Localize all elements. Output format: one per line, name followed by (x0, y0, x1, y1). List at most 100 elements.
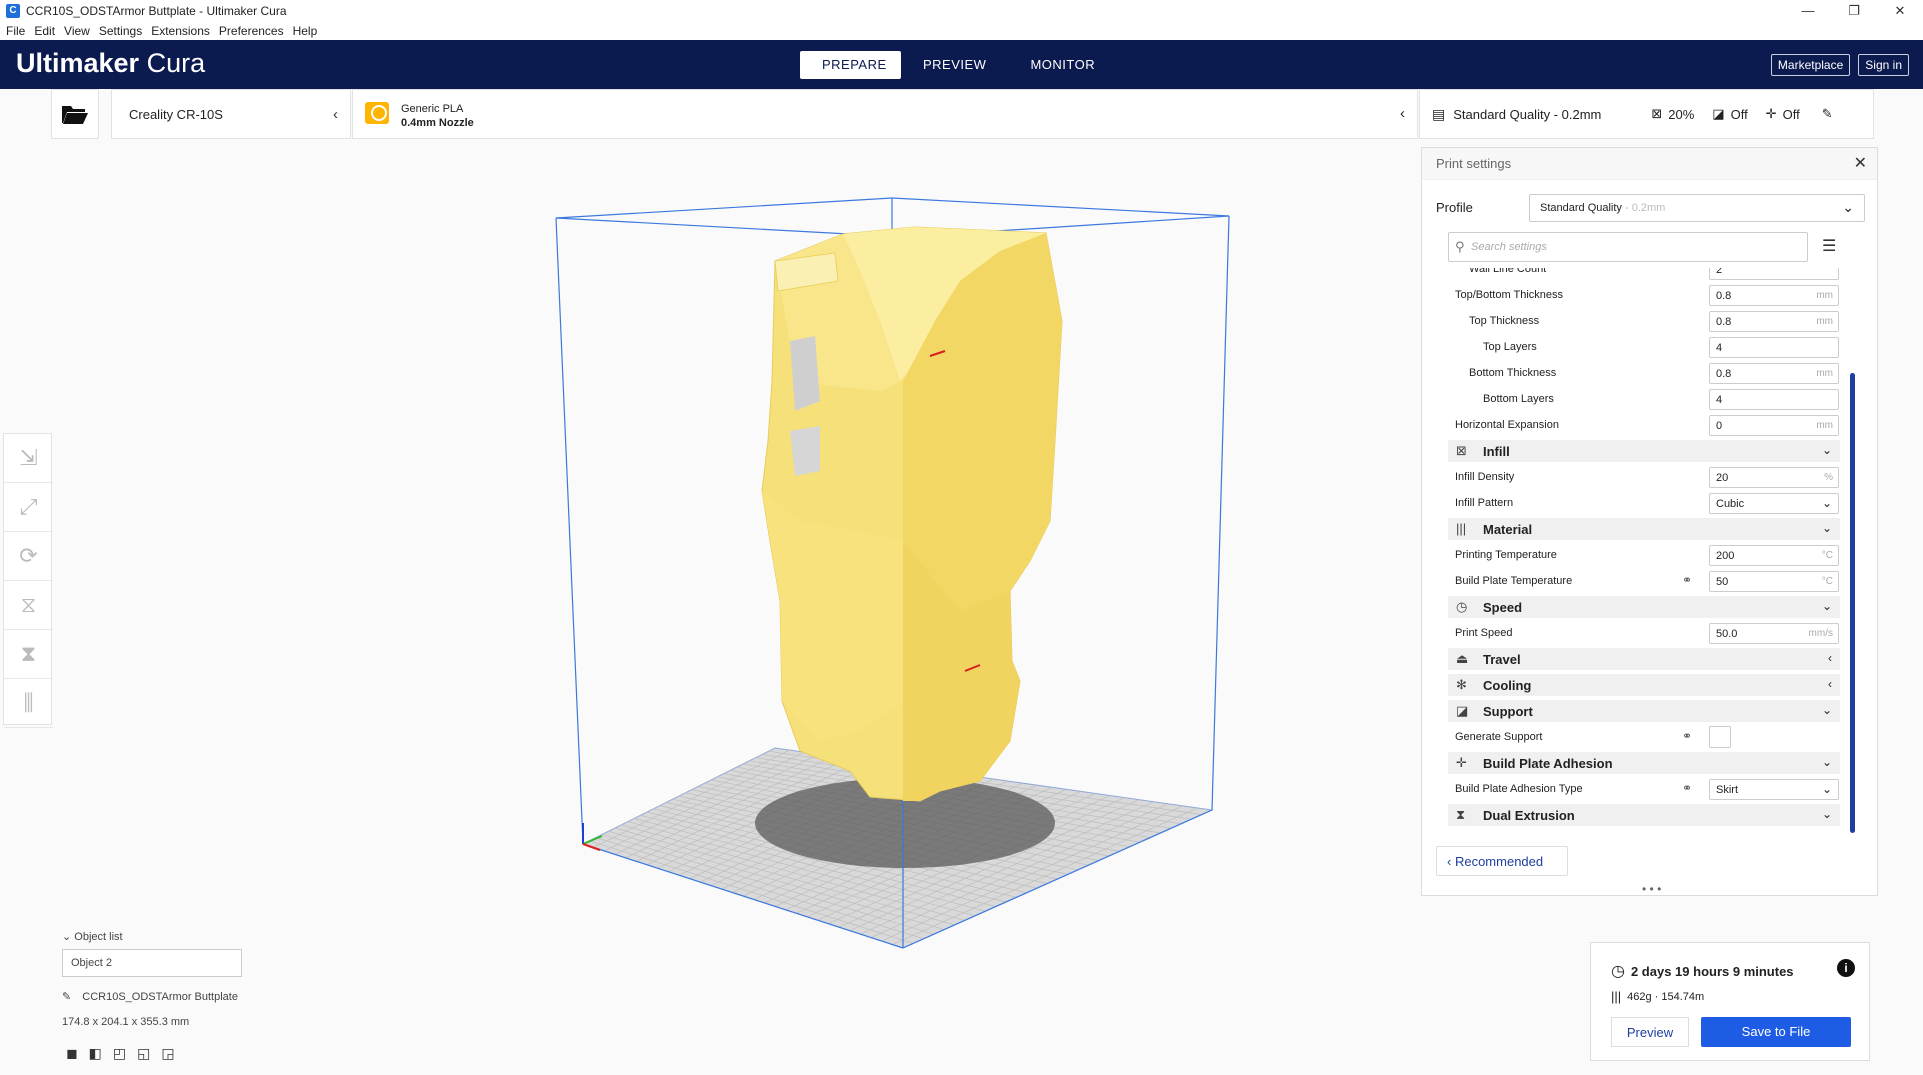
setting-row: Bottom Layers 4 (1448, 388, 1848, 410)
category-material[interactable]: ||| Material ⌄ (1448, 518, 1840, 540)
setting-value: 50 (1716, 576, 1729, 588)
folder-open-icon (62, 106, 88, 124)
object-list-header[interactable]: ⌄ Object list (62, 930, 362, 943)
link-icon[interactable]: ⚭ (1682, 781, 1692, 795)
setting-input[interactable]: 0.8 mm (1709, 363, 1839, 384)
category-build-plate-adhesion[interactable]: ✛ Build Plate Adhesion ⌄ (1448, 752, 1840, 774)
setting-select[interactable]: Skirt ⌄ (1709, 779, 1839, 800)
open-file-button[interactable] (51, 89, 99, 139)
preview-button[interactable]: Preview (1611, 1017, 1689, 1047)
setting-input[interactable]: 50.0 mm/s (1709, 623, 1839, 644)
pencil-icon[interactable]: ✎ (62, 991, 71, 1003)
object-info: ✎ CCR10S_ODSTArmor Buttplate (62, 990, 238, 1003)
setting-select[interactable]: Cubic ⌄ (1709, 493, 1839, 514)
panel-resize-handle[interactable]: • • • (1642, 882, 1661, 896)
generate-support-checkbox[interactable] (1709, 726, 1731, 748)
link-icon[interactable]: ⚭ (1682, 729, 1692, 743)
setting-input[interactable]: 2 (1709, 268, 1839, 280)
setting-unit: mm/s (1808, 628, 1833, 639)
setting-input[interactable]: 0 mm (1709, 415, 1839, 436)
nozzle-size: 0.4mm Nozzle (401, 117, 474, 129)
view-top-icon[interactable]: ◰ (113, 1045, 126, 1062)
setting-value: 20 (1716, 472, 1729, 484)
support-blocker-icon[interactable]: ⫼ (4, 679, 53, 728)
material-spool-icon: ||| (1611, 989, 1622, 1004)
setting-unit: mm (1816, 420, 1833, 431)
setting-value: 0 (1716, 420, 1723, 432)
tab-prepare[interactable]: PREPARE (800, 51, 901, 79)
maximize-icon[interactable]: ❐ (1831, 0, 1877, 22)
setting-input[interactable]: 4 (1709, 389, 1839, 410)
setting-input[interactable]: 20% (1709, 467, 1839, 488)
mirror-tool-icon[interactable]: ⧖ (4, 581, 53, 630)
material-icon: ||| (1456, 521, 1467, 536)
profile-select[interactable]: Standard Quality - 0.2mm ⌄ (1529, 194, 1865, 222)
menu-extensions[interactable]: Extensions (151, 22, 210, 40)
setting-input[interactable]: 50 °C (1709, 571, 1839, 592)
chevron-left-icon: ‹ (333, 106, 338, 123)
setting-input[interactable]: 4 (1709, 337, 1839, 358)
per-model-settings-icon[interactable]: ⧗ (4, 630, 53, 679)
close-icon[interactable]: ✕ (1854, 148, 1867, 180)
chevron-left-icon: ‹ (1828, 651, 1832, 665)
move-tool-icon[interactable]: ⇲ (4, 434, 53, 483)
menu-settings[interactable]: Settings (99, 22, 142, 40)
rotate-tool-icon[interactable]: ⟳ (4, 532, 53, 581)
marketplace-button[interactable]: Marketplace (1770, 54, 1851, 76)
recommended-label: Recommended (1454, 854, 1544, 869)
material-selector[interactable]: Generic PLA 0.4mm Nozzle ‹ (352, 89, 1418, 139)
view-3d-icon[interactable]: ◼ (66, 1045, 78, 1062)
setting-row: Infill Pattern Cubic ⌄ (1448, 492, 1848, 514)
signin-button[interactable]: Sign in (1858, 54, 1909, 76)
setting-label: Wall Line Count (1469, 268, 1547, 275)
menu-preferences[interactable]: Preferences (219, 22, 284, 40)
settings-menu-icon[interactable]: ☰ (1822, 236, 1836, 256)
chevron-left-icon: ‹ (1400, 105, 1405, 122)
chevron-down-icon: ⌄ (1821, 599, 1832, 613)
print-settings-summary[interactable]: ▤ Standard Quality - 0.2mm ⊠ 20% ◪ Off ✛… (1419, 89, 1874, 139)
adhesion-value: Off (1782, 106, 1800, 122)
3d-model[interactable] (761, 226, 1063, 802)
menu-edit[interactable]: Edit (34, 22, 55, 40)
category-support[interactable]: ◪ Support ⌄ (1448, 700, 1840, 722)
menu-file[interactable]: File (6, 22, 25, 40)
printer-selector[interactable]: Creality CR-10S ‹ (111, 89, 351, 139)
tab-monitor[interactable]: MONITOR (1008, 51, 1117, 79)
setting-input[interactable]: 0.8 mm (1709, 285, 1839, 306)
view-left-icon[interactable]: ◱ (137, 1045, 150, 1062)
support-icon: ◪ (1712, 106, 1725, 121)
recommended-button[interactable]: ‹ Recommended (1436, 846, 1568, 876)
view-right-icon[interactable]: ◲ (161, 1045, 174, 1062)
object-list-item[interactable]: Object 2 (62, 949, 242, 977)
category-dual-extrusion[interactable]: ⧗ Dual Extrusion ⌄ (1448, 804, 1840, 826)
tab-preview[interactable]: PREVIEW (901, 51, 1008, 79)
setting-value: 4 (1716, 394, 1723, 406)
settings-scrollbar[interactable] (1850, 373, 1855, 833)
scale-tool-icon[interactable]: ⤢ (4, 483, 53, 532)
category-cooling[interactable]: ✻ Cooling ‹ (1448, 674, 1840, 696)
setting-row: Top/Bottom Thickness 0.8 mm (1448, 284, 1848, 306)
setting-input[interactable]: 200 °C (1709, 545, 1839, 566)
logo-bold: Ultimaker (16, 48, 140, 78)
setting-value: 0.8 (1716, 290, 1732, 302)
object-dimensions: 174.8 x 204.1 x 355.3 mm (62, 1016, 190, 1028)
menu-view[interactable]: View (64, 22, 90, 40)
menu-help[interactable]: Help (293, 22, 318, 40)
category-speed[interactable]: ◷ Speed ⌄ (1448, 596, 1840, 618)
category-label: Infill (1483, 444, 1510, 459)
category-infill[interactable]: ⊠ Infill ⌄ (1448, 440, 1840, 462)
save-to-file-button[interactable]: Save to File (1701, 1017, 1851, 1047)
setting-unit: °C (1821, 550, 1833, 561)
setting-input[interactable]: 0.8 mm (1709, 311, 1839, 332)
link-icon[interactable]: ⚭ (1682, 573, 1692, 587)
category-label: Dual Extrusion (1483, 808, 1575, 823)
setting-value: 50.0 (1716, 628, 1738, 640)
info-icon[interactable]: i (1837, 959, 1855, 977)
close-window-icon[interactable]: ✕ (1877, 0, 1923, 22)
search-settings-input[interactable]: ⚲ Search settings (1448, 232, 1808, 262)
category-travel[interactable]: ⏏ Travel ‹ (1448, 648, 1840, 670)
view-front-icon[interactable]: ◧ (89, 1045, 102, 1062)
minimize-icon[interactable]: — (1785, 0, 1831, 22)
chevron-down-icon: ⌄ (1821, 807, 1832, 821)
print-time: ◷ 2 days 19 hours 9 minutes (1611, 961, 1794, 981)
